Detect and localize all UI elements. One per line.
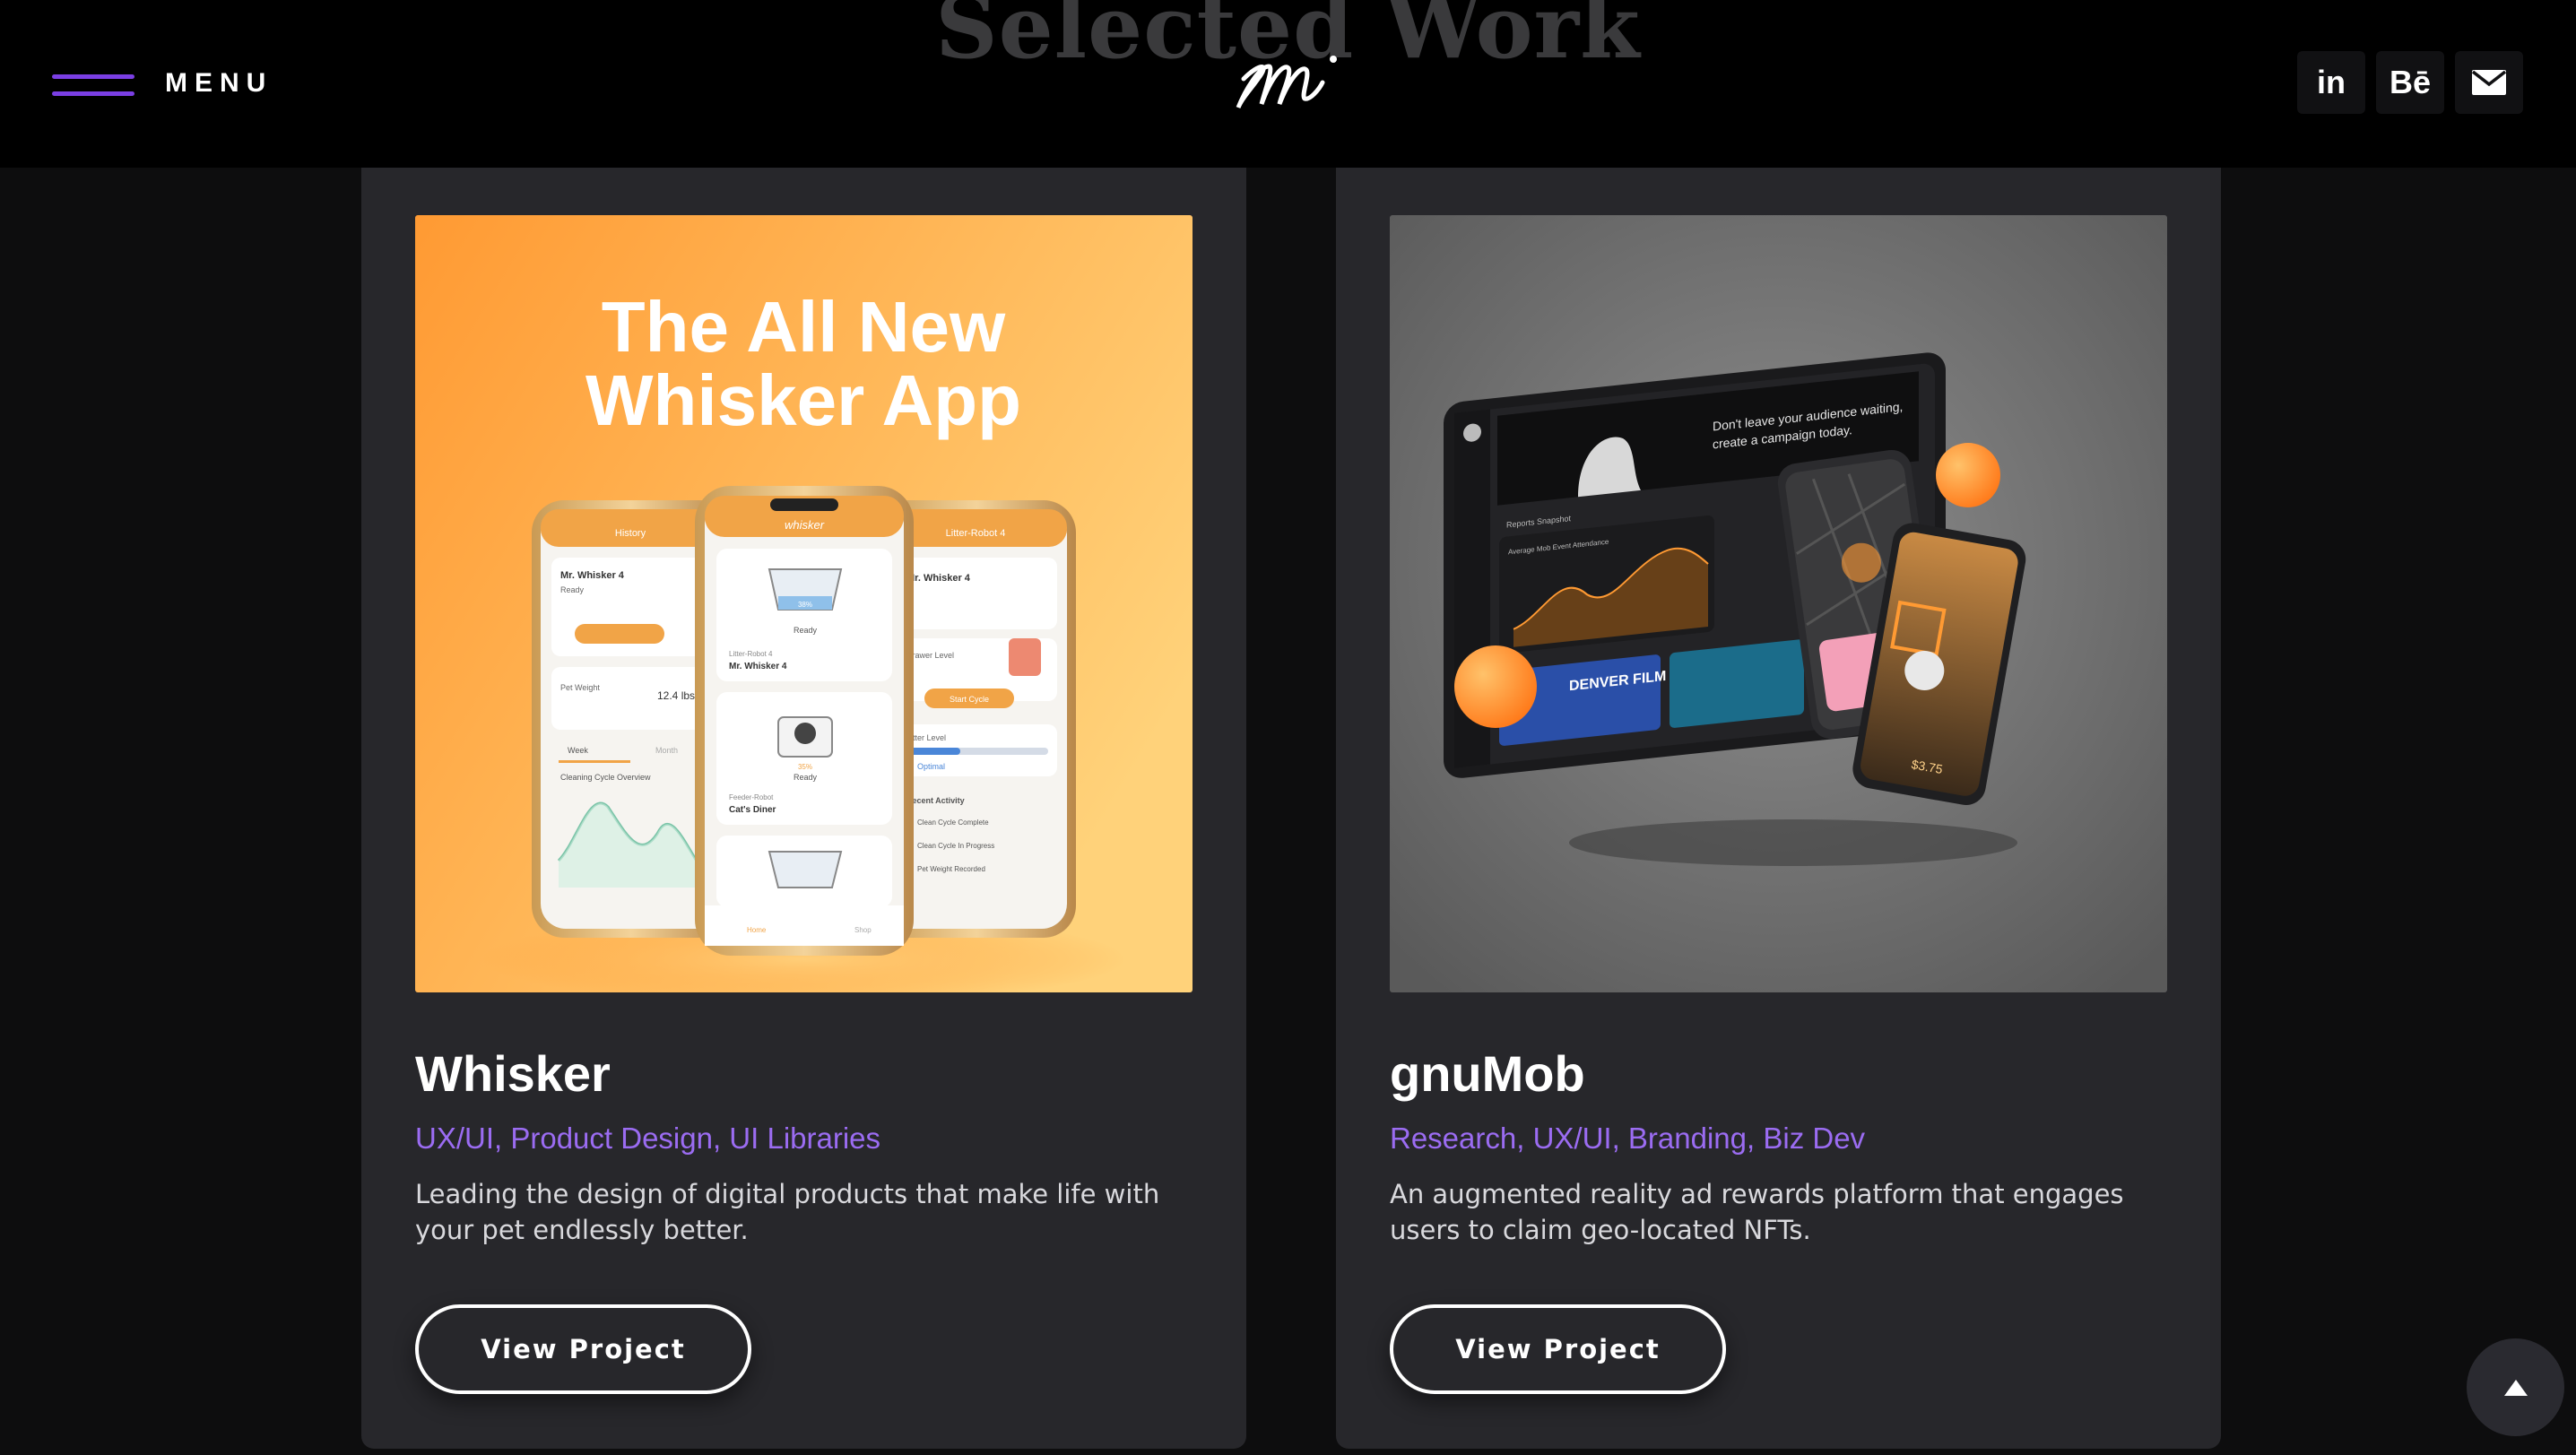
linkedin-link[interactable]: in <box>2297 51 2365 114</box>
mail-icon <box>2472 70 2506 95</box>
hamburger-icon <box>52 67 134 100</box>
project-title: Whisker <box>415 1045 611 1102</box>
svg-text:Week: Week <box>568 746 588 755</box>
svg-text:Month: Month <box>655 746 678 755</box>
site-header: Selected Work MENU in Bē <box>0 0 2576 168</box>
project-description: Leading the design of digital products t… <box>415 1179 1160 1245</box>
svg-text:35%: 35% <box>798 763 812 771</box>
whisker-headline-1: The All New <box>602 287 1006 367</box>
svg-text:Ready: Ready <box>794 626 818 635</box>
svg-text:Ready: Ready <box>794 773 818 782</box>
svg-text:Mr. Whisker 4: Mr. Whisker 4 <box>560 570 625 581</box>
svg-text:Litter-Robot 4: Litter-Robot 4 <box>729 650 773 658</box>
svg-text:Pet Weight: Pet Weight <box>560 683 600 692</box>
svg-text:Ready: Ready <box>560 585 585 594</box>
menu-label: MENU <box>165 68 273 98</box>
whisker-headline-2: Whisker App <box>585 360 1021 440</box>
whisker-phone-center: whisker 38% Ready Litter-Robot 4 Mr. Whi… <box>695 486 914 956</box>
project-description: An augmented reality ad rewards platform… <box>1390 1179 2124 1245</box>
project-card-whisker: The All New Whisker App History Mr. Whis… <box>361 168 1246 1449</box>
gnumob-project-image[interactable]: Don't leave your audience waiting, creat… <box>1390 215 2167 992</box>
view-project-label: View Project <box>481 1334 686 1364</box>
whisker-project-image[interactable]: The All New Whisker App History Mr. Whis… <box>415 215 1193 992</box>
project-tags: Research, UX/UI, Branding, Biz Dev <box>1390 1122 1866 1155</box>
svg-text:Cat's Diner: Cat's Diner <box>729 805 776 815</box>
svg-text:Optimal: Optimal <box>917 762 945 771</box>
orange-sphere-left <box>1454 645 1537 728</box>
svg-text:Shop: Shop <box>854 926 872 934</box>
svg-text:Mr. Whisker 4: Mr. Whisker 4 <box>729 662 787 671</box>
svg-text:Start Cycle: Start Cycle <box>950 695 989 704</box>
svg-text:whisker: whisker <box>785 518 825 532</box>
back-to-top-button[interactable] <box>2467 1338 2564 1436</box>
svg-text:History: History <box>615 528 646 539</box>
svg-text:12.4 lbs: 12.4 lbs <box>657 689 695 702</box>
view-project-label: View Project <box>1455 1334 1661 1364</box>
em-monogram-logo <box>1236 56 1337 109</box>
behance-link[interactable]: Bē <box>2376 51 2444 114</box>
svg-text:Cleaning Cycle Overview: Cleaning Cycle Overview <box>560 773 651 782</box>
svg-text:38%: 38% <box>798 601 812 609</box>
em-logo[interactable] <box>1224 27 1349 117</box>
project-card-gnumob: Don't leave your audience waiting, creat… <box>1336 168 2221 1449</box>
svg-text:Recent Activity: Recent Activity <box>906 796 965 805</box>
svg-text:Feeder-Robot: Feeder-Robot <box>729 793 774 801</box>
svg-text:Clean Cycle Complete: Clean Cycle Complete <box>917 818 989 827</box>
orange-sphere-top <box>1936 443 2000 507</box>
linkedin-icon: in <box>2317 64 2346 100</box>
arrow-up-icon <box>2503 1379 2528 1396</box>
menu-button[interactable]: MENU <box>52 61 273 106</box>
project-title: gnuMob <box>1390 1045 1585 1102</box>
svg-text:Home: Home <box>747 926 767 934</box>
email-link[interactable] <box>2455 51 2523 114</box>
svg-text:Clean Cycle In Progress: Clean Cycle In Progress <box>917 842 994 850</box>
project-tags: UX/UI, Product Design, UI Libraries <box>415 1122 881 1155</box>
svg-text:Mr. Whisker 4: Mr. Whisker 4 <box>906 573 971 584</box>
behance-icon: Bē <box>2389 64 2432 100</box>
view-project-button-gnumob[interactable]: View Project <box>1390 1304 1726 1394</box>
svg-text:Pet Weight Recorded: Pet Weight Recorded <box>917 865 985 873</box>
svg-text:Litter-Robot 4: Litter-Robot 4 <box>946 528 1006 539</box>
view-project-button-whisker[interactable]: View Project <box>415 1304 751 1394</box>
